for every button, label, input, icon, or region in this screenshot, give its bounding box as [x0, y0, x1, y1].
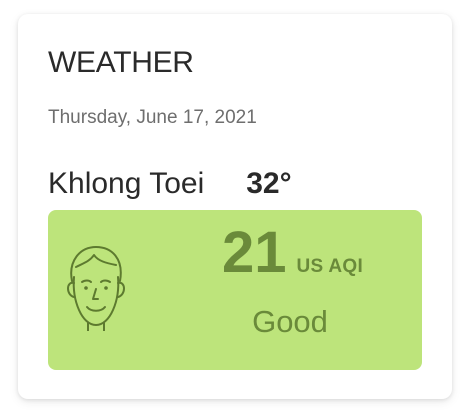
aqi-unit: US AQI: [296, 256, 364, 277]
smiling-face-icon: [67, 246, 125, 331]
date-label: Thursday, June 17, 2021: [48, 107, 257, 128]
aqi-value-row: 21 US AQI: [222, 224, 363, 282]
temperature-value: 32°: [246, 167, 292, 200]
aqi-panel: 21 US AQI Good: [48, 210, 422, 370]
location-row: Khlong Toei 32°: [48, 167, 292, 207]
widget-title: WEATHER: [48, 46, 194, 79]
aqi-number: 21: [222, 220, 287, 285]
aqi-status: Good: [252, 304, 328, 339]
weather-card: WEATHER Thursday, June 17, 2021 Khlong T…: [18, 14, 452, 399]
city-name: Khlong Toei: [48, 167, 205, 200]
